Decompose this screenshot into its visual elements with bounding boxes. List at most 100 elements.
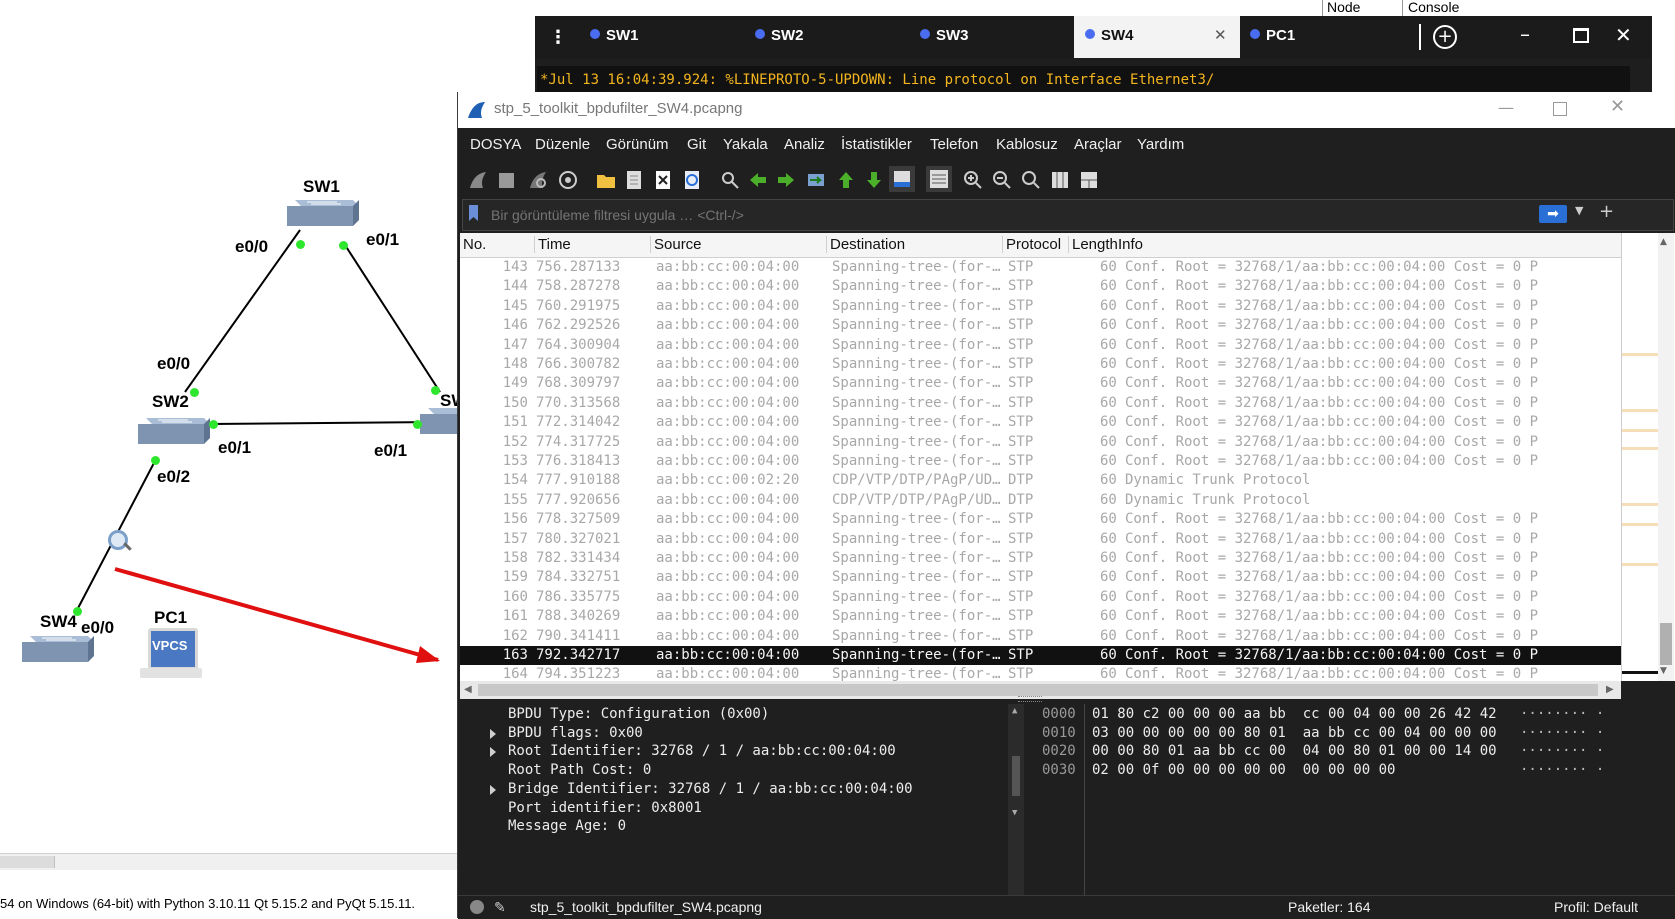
- scroll-left-icon[interactable]: ◀: [464, 684, 472, 695]
- hex-ascii[interactable]: ········ ·: [1520, 706, 1604, 725]
- packet-list-minimap-scrollbar[interactable]: ▲ ▼: [1621, 233, 1675, 681]
- packet-row[interactable]: 160 786.335775 aa:bb:cc:00:04:00 Spanning-t…: [460, 588, 1621, 607]
- packet-row[interactable]: 150 770.313568 aa:bb:cc:00:04:00 Spanning-t…: [460, 394, 1621, 413]
- column-destination[interactable]: Destination: [826, 236, 905, 253]
- apply-filter-button[interactable]: ➡: [1539, 205, 1567, 223]
- hex-bytes[interactable]: 01 80 c2 00 00 00 aa bb cc 00 04 00 00 2…: [1092, 706, 1497, 725]
- layout-panes-icon[interactable]: [1079, 170, 1099, 190]
- tab-pc1[interactable]: PC1: [1250, 16, 1410, 58]
- scroll-thumb[interactable]: [478, 684, 1598, 696]
- detail-field[interactable]: Message Age: 0: [508, 818, 626, 837]
- packet-row[interactable]: 145 760.291975 aa:bb:cc:00:04:00 Spanning-t…: [460, 297, 1621, 316]
- zoom-in-icon[interactable]: [963, 170, 983, 190]
- expand-arrow-icon[interactable]: [490, 784, 496, 795]
- autoscroll-toggle[interactable]: [889, 166, 915, 192]
- maximize-icon[interactable]: [1573, 28, 1589, 43]
- column-info[interactable]: Info: [1118, 236, 1143, 253]
- start-capture-icon[interactable]: [468, 170, 488, 190]
- bookmark-icon[interactable]: [469, 205, 478, 221]
- packet-row[interactable]: 157 780.327021 aa:bb:cc:00:04:00 Spanning-t…: [460, 530, 1621, 549]
- tab-sw3[interactable]: SW3: [920, 16, 1080, 58]
- capture-comment-icon[interactable]: ✎: [494, 899, 506, 916]
- status-profile[interactable]: Profil: Default: [1554, 899, 1638, 915]
- previous-packet-icon[interactable]: [748, 170, 768, 190]
- hex-ascii[interactable]: ········ ·: [1520, 725, 1604, 744]
- menu-analyze[interactable]: Analiz: [784, 136, 825, 153]
- pane-splitter-handle[interactable]: [1018, 696, 1042, 702]
- menu-edit[interactable]: Düzenle: [535, 136, 590, 153]
- menu-help[interactable]: Yardım: [1137, 136, 1184, 153]
- hex-bytes[interactable]: 02 00 0f 00 00 00 00 00 00 00 00 00: [1092, 762, 1395, 781]
- packet-row[interactable]: 144 758.287278 aa:bb:cc:00:04:00 Spanning-t…: [460, 277, 1621, 296]
- close-window-icon[interactable]: ✕: [1615, 23, 1632, 47]
- go-to-packet-icon[interactable]: [806, 170, 826, 190]
- normal-size-icon[interactable]: [1021, 170, 1041, 190]
- hex-offset[interactable]: 0010: [1042, 725, 1076, 744]
- hex-ascii[interactable]: ········ ·: [1520, 743, 1604, 762]
- packet-row[interactable]: 148 766.300782 aa:bb:cc:00:04:00 Spanning-t…: [460, 355, 1621, 374]
- detail-field[interactable]: Bridge Identifier: 32768 / 1 / aa:bb:cc:…: [508, 781, 913, 800]
- hex-offset[interactable]: 0000: [1042, 706, 1076, 725]
- packet-row[interactable]: 159 784.332751 aa:bb:cc:00:04:00 Spanning-t…: [460, 568, 1621, 587]
- packet-row[interactable]: 147 764.300904 aa:bb:cc:00:04:00 Spanning-t…: [460, 336, 1621, 355]
- hex-ascii[interactable]: ········ ·: [1520, 762, 1604, 781]
- pc1-icon[interactable]: VPCS: [140, 628, 204, 684]
- close-window-icon[interactable]: ✕: [1610, 96, 1625, 117]
- close-file-icon[interactable]: [653, 170, 673, 190]
- display-filter-input[interactable]: [489, 203, 1493, 227]
- hex-offset[interactable]: 0020: [1042, 743, 1076, 762]
- detail-field[interactable]: BPDU flags: 0x00: [508, 725, 643, 744]
- open-file-icon[interactable]: [596, 170, 616, 190]
- packet-bytes-pane[interactable]: 0000 01 80 c2 00 00 00 aa bb cc 00 04 00 …: [1034, 704, 1675, 914]
- packet-row[interactable]: 154 777.910188 aa:bb:cc:00:02:20 CDP/VTP/DT…: [460, 471, 1621, 490]
- scroll-thumb[interactable]: [1660, 623, 1672, 665]
- detail-field[interactable]: Root Identifier: 32768 / 1 / aa:bb:cc:00…: [508, 743, 896, 762]
- column-no[interactable]: No.: [460, 236, 486, 253]
- save-file-icon[interactable]: [624, 170, 644, 190]
- capture-magnifier-icon[interactable]: [106, 528, 132, 554]
- detail-field[interactable]: Port identifier: 0x8001: [508, 800, 702, 819]
- hex-bytes[interactable]: 00 00 80 01 aa bb cc 00 04 00 80 01 00 0…: [1092, 743, 1497, 762]
- tab-sw1[interactable]: SW1: [590, 16, 750, 58]
- scroll-right-icon[interactable]: ▶: [1606, 684, 1614, 695]
- packet-row[interactable]: 163 792.342717 aa:bb:cc:00:04:00 Spanning-t…: [460, 646, 1621, 665]
- menu-file[interactable]: DOSYA: [470, 136, 521, 153]
- restart-capture-icon[interactable]: [528, 170, 548, 190]
- stop-capture-icon[interactable]: [499, 173, 514, 188]
- menu-telephony[interactable]: Telefon: [930, 136, 978, 153]
- first-packet-icon[interactable]: [836, 170, 856, 190]
- more-options-icon[interactable]: ⋮: [549, 27, 567, 48]
- packet-row[interactable]: 156 778.327509 aa:bb:cc:00:04:00 Spanning-t…: [460, 510, 1621, 529]
- find-packet-icon[interactable]: [720, 170, 740, 190]
- column-protocol[interactable]: Protocol: [1002, 236, 1061, 253]
- menu-tools[interactable]: Araçlar: [1074, 136, 1122, 153]
- next-packet-icon[interactable]: [776, 170, 796, 190]
- packet-row[interactable]: 161 788.340269 aa:bb:cc:00:04:00 Spanning-t…: [460, 607, 1621, 626]
- packet-row[interactable]: 164 794.351223 aa:bb:cc:00:04:00 Spanning-t…: [460, 665, 1621, 681]
- detail-field[interactable]: Root Path Cost: 0: [508, 762, 651, 781]
- add-tab-icon[interactable]: +: [1433, 25, 1457, 49]
- packet-row[interactable]: 143 756.287133 aa:bb:cc:00:04:00 Spanning-t…: [460, 258, 1621, 277]
- packet-row[interactable]: 152 774.317725 aa:bb:cc:00:04:00 Spanning-t…: [460, 433, 1621, 452]
- tab-sw4[interactable]: SW4 ✕: [1074, 16, 1240, 58]
- packet-list[interactable]: No. Time Source Destination Protocol Len…: [460, 233, 1621, 681]
- expand-arrow-icon[interactable]: [490, 728, 496, 739]
- scroll-down-icon[interactable]: ▼: [1660, 666, 1667, 676]
- resize-columns-icon[interactable]: [1050, 170, 1070, 190]
- last-packet-icon[interactable]: [864, 170, 884, 190]
- packet-row[interactable]: 158 782.331434 aa:bb:cc:00:04:00 Spanning-t…: [460, 549, 1621, 568]
- expand-arrow-icon[interactable]: [490, 747, 496, 758]
- detail-field[interactable]: BPDU Type: Configuration (0x00): [508, 706, 769, 725]
- scroll-up-icon[interactable]: ▲: [1660, 237, 1667, 247]
- packet-row[interactable]: 146 762.292526 aa:bb:cc:00:04:00 Spanning-t…: [460, 316, 1621, 335]
- hex-bytes[interactable]: 03 00 00 00 00 00 80 01 aa bb cc 00 04 0…: [1092, 725, 1497, 744]
- packet-details-pane[interactable]: BPDU Type: Configuration (0x00) BPDU flag…: [460, 704, 1032, 914]
- tab-sw2[interactable]: SW2: [755, 16, 915, 58]
- menu-view[interactable]: Görünüm: [606, 136, 669, 153]
- column-time[interactable]: Time: [534, 236, 571, 253]
- packet-row[interactable]: 155 777.920656 aa:bb:cc:00:04:00 CDP/VTP/DT…: [460, 491, 1621, 510]
- packet-row[interactable]: 153 776.318413 aa:bb:cc:00:04:00 Spanning-t…: [460, 452, 1621, 471]
- capture-options-icon[interactable]: [558, 170, 578, 190]
- details-vertical-scrollbar[interactable]: ▲ ▼: [1008, 704, 1024, 900]
- packet-row[interactable]: 151 772.314042 aa:bb:cc:00:04:00 Spanning-t…: [460, 413, 1621, 432]
